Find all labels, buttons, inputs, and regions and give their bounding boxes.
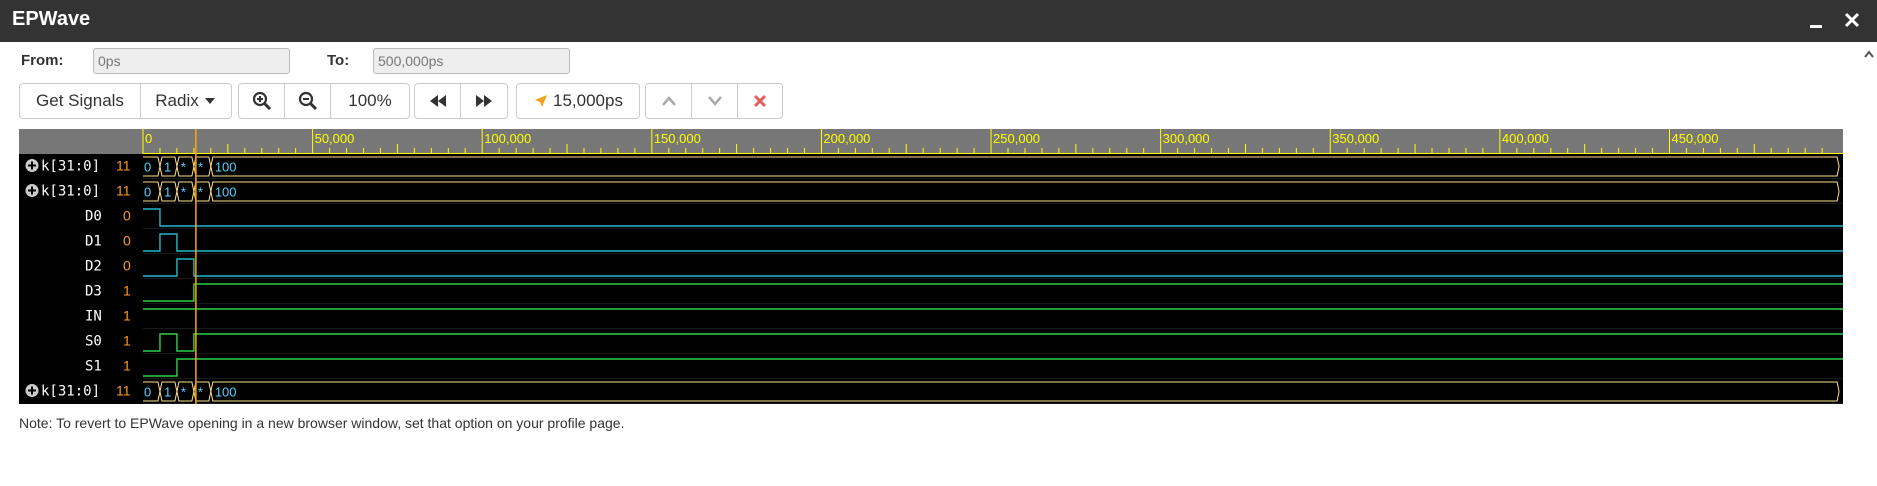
signal-name[interactable]: D1 xyxy=(85,234,102,250)
to-label: To: xyxy=(327,52,350,69)
bus-value-label: 100 xyxy=(215,385,237,400)
ruler-tick-label: 200,000 xyxy=(823,131,870,146)
cursor-button-group: 15,000ps xyxy=(516,83,640,119)
signal-value: 0 xyxy=(123,258,131,274)
ruler-tick-label: 150,000 xyxy=(654,131,701,146)
zoom-in-icon xyxy=(252,91,271,111)
revert-note: Note: To revert to EPWave opening in a n… xyxy=(19,415,625,431)
ruler-tick-label: 100,000 xyxy=(484,131,531,146)
ruler-tick-label: 350,000 xyxy=(1332,131,1379,146)
bus-value-label: 1 xyxy=(164,185,171,200)
rewind-button[interactable] xyxy=(415,84,461,118)
search-button-group xyxy=(645,83,783,119)
signal-value: 11 xyxy=(116,383,131,399)
bus-value-label: 100 xyxy=(215,160,237,175)
signal-name[interactable]: k[31:0] xyxy=(41,384,100,400)
bit-waveform[interactable] xyxy=(143,358,1843,377)
ruler-tick-label: 250,000 xyxy=(993,131,1040,146)
from-input[interactable] xyxy=(93,48,290,74)
fast-forward-icon xyxy=(476,95,492,107)
from-label: From: xyxy=(21,52,64,69)
radix-dropdown[interactable]: Radix xyxy=(141,84,231,118)
signal-name[interactable]: S0 xyxy=(85,334,102,350)
navigation-button-group xyxy=(414,83,508,119)
signal-value: 1 xyxy=(123,358,131,374)
close-x-icon xyxy=(753,94,767,108)
radix-label: Radix xyxy=(155,91,199,110)
bus-value-label: 0 xyxy=(144,385,151,400)
rewind-icon xyxy=(429,95,446,107)
cursor-time-button[interactable]: 15,000ps xyxy=(517,84,639,118)
waveform-canvas[interactable]: 0 50,000 100,000 150,000 200,000 250,000 300,0… xyxy=(19,129,1843,404)
next-button[interactable] xyxy=(692,84,738,118)
signal-name[interactable]: k[31:0] xyxy=(41,159,100,175)
bus-value-label: * xyxy=(198,160,203,175)
signal-name[interactable]: k[31:0] xyxy=(41,184,100,200)
to-input[interactable] xyxy=(373,48,570,74)
fast-forward-button[interactable] xyxy=(461,84,507,118)
ruler-tick-label: 450,000 xyxy=(1671,131,1718,146)
clear-button[interactable] xyxy=(738,84,782,118)
signal-value: 0 xyxy=(123,233,131,249)
bus-value-label: * xyxy=(181,385,186,400)
zoom-in-button[interactable] xyxy=(239,84,285,118)
close-icon[interactable] xyxy=(1838,6,1866,34)
ruler-tick-label: 400,000 xyxy=(1502,131,1549,146)
bit-waveform[interactable] xyxy=(143,283,1843,302)
get-signals-button[interactable]: Get Signals xyxy=(20,84,141,118)
signal-value: 1 xyxy=(123,333,131,349)
cursor-arrow-icon xyxy=(535,95,548,107)
signal-value: 11 xyxy=(116,158,131,174)
signal-name[interactable]: D3 xyxy=(85,284,102,300)
bus-value-label: * xyxy=(198,385,203,400)
signal-value: 0 xyxy=(123,208,131,224)
bus-value-label: 0 xyxy=(144,185,151,200)
previous-button[interactable] xyxy=(646,84,692,118)
ruler-tick-label: 0 xyxy=(145,131,152,146)
bus-value-label: 1 xyxy=(164,160,171,175)
zoom-out-button[interactable] xyxy=(285,84,331,118)
bit-waveform[interactable] xyxy=(143,333,1843,352)
caret-down-icon xyxy=(204,98,215,104)
signal-name[interactable]: IN xyxy=(85,309,102,325)
ruler-tick-label: 50,000 xyxy=(315,131,355,146)
title-bar: EPWave xyxy=(0,0,1877,42)
bus-value-label: * xyxy=(198,185,203,200)
chevron-down-icon xyxy=(707,96,722,106)
bit-waveform[interactable] xyxy=(143,258,1843,277)
bus-value-label: 1 xyxy=(164,385,171,400)
bus-segment[interactable] xyxy=(210,181,1840,202)
zoom-level[interactable]: 100% xyxy=(331,84,409,118)
cursor-time-label: 15,000ps xyxy=(553,91,623,110)
bus-segment[interactable] xyxy=(210,381,1840,402)
bit-waveform[interactable] xyxy=(143,233,1843,252)
waveform-viewer[interactable]: 0 50,000 100,000 150,000 200,000 250,000 300,0… xyxy=(19,129,1843,404)
ruler-tick-label: 300,000 xyxy=(1163,131,1210,146)
signals-button-group: Get Signals Radix xyxy=(19,83,232,119)
bus-value-label: * xyxy=(181,160,186,175)
window-title: EPWave xyxy=(12,8,91,30)
zoom-button-group: 100% xyxy=(238,83,410,119)
signal-name[interactable]: D2 xyxy=(85,259,102,275)
bit-waveform[interactable] xyxy=(143,208,1843,227)
signal-name[interactable]: D0 xyxy=(85,209,102,225)
bus-value-label: 100 xyxy=(215,185,237,200)
scroll-up-icon[interactable] xyxy=(1863,48,1875,60)
signal-value: 11 xyxy=(116,183,131,199)
signal-name[interactable]: S1 xyxy=(85,359,102,375)
signal-value: 1 xyxy=(123,283,131,299)
bus-segment[interactable] xyxy=(210,156,1840,177)
chevron-up-icon xyxy=(661,96,676,106)
bus-value-label: * xyxy=(181,185,186,200)
minimize-icon[interactable] xyxy=(1802,6,1830,34)
signal-value: 1 xyxy=(123,308,131,324)
bus-value-label: 0 xyxy=(144,160,151,175)
zoom-out-icon xyxy=(298,91,317,111)
